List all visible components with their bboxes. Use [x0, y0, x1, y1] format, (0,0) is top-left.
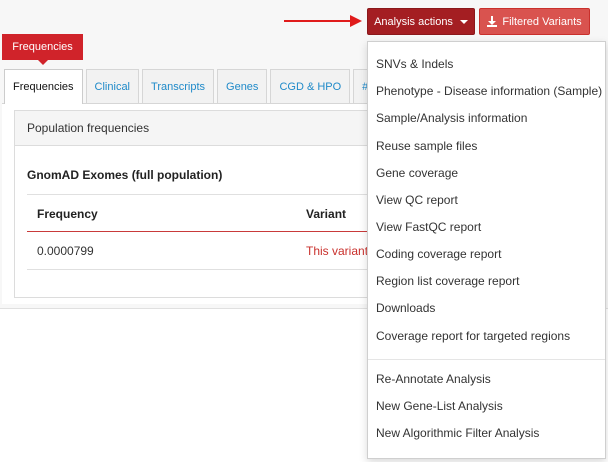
- arrow-right-icon: [284, 15, 362, 27]
- menu-item-sample-analysis-info[interactable]: Sample/Analysis information: [376, 111, 527, 125]
- filtered-variants-label: Filtered Variants: [502, 15, 582, 28]
- analysis-actions-menu: SNVs & Indels Phenotype - Disease inform…: [367, 41, 606, 459]
- tab-frequencies[interactable]: Frequencies: [4, 69, 83, 104]
- table-row: 0.0000799 This variant: [27, 232, 369, 270]
- menu-item-new-gene-list-analysis[interactable]: New Gene-List Analysis: [376, 399, 503, 413]
- variant-link[interactable]: This variant: [306, 244, 368, 258]
- menu-item-coding-coverage-report[interactable]: Coding coverage report: [376, 247, 501, 261]
- tab-cgd-hpo[interactable]: CGD & HPO: [270, 69, 351, 103]
- menu-item-re-annotate-analysis[interactable]: Re-Annotate Analysis: [376, 372, 491, 386]
- table-header: Frequency Variant: [27, 194, 369, 232]
- analysis-actions-button[interactable]: Analysis actions: [367, 8, 475, 35]
- menu-item-coverage-targeted-regions[interactable]: Coverage report for targeted regions: [376, 329, 570, 343]
- tab-transcripts[interactable]: Transcripts: [142, 69, 215, 103]
- frequency-cell: 0.0000799: [37, 244, 94, 258]
- tab-clinical[interactable]: Clinical: [85, 69, 140, 103]
- download-icon: [487, 16, 498, 27]
- menu-item-downloads[interactable]: Downloads: [376, 301, 435, 315]
- section-title: GnomAD Exomes (full population): [27, 168, 223, 182]
- filtered-variants-button[interactable]: Filtered Variants: [479, 8, 590, 35]
- menu-item-view-fastqc-report[interactable]: View FastQC report: [376, 220, 481, 234]
- tab-bar: Frequencies Clinical Transcripts Genes C…: [4, 69, 388, 104]
- column-header-frequency: Frequency: [37, 207, 98, 221]
- menu-item-snvs-indels[interactable]: SNVs & Indels: [376, 57, 453, 71]
- column-header-variant: Variant: [306, 207, 347, 221]
- menu-item-reuse-sample-files[interactable]: Reuse sample files: [376, 139, 477, 153]
- tab-genes[interactable]: Genes: [217, 69, 268, 103]
- menu-item-gene-coverage[interactable]: Gene coverage: [376, 166, 458, 180]
- analysis-actions-label: Analysis actions: [374, 15, 453, 28]
- menu-divider: [368, 359, 605, 360]
- population-frequencies-card: Population frequencies GnomAD Exomes (fu…: [14, 110, 369, 298]
- menu-item-phenotype[interactable]: Phenotype - Disease information (Sample): [376, 84, 602, 98]
- menu-item-view-qc-report[interactable]: View QC report: [376, 193, 458, 207]
- menu-item-new-algorithmic-filter-analysis[interactable]: New Algorithmic Filter Analysis: [376, 426, 539, 440]
- menu-item-region-list-coverage-report[interactable]: Region list coverage report: [376, 274, 519, 288]
- caret-down-icon: [459, 19, 468, 24]
- tooltip: Frequencies: [2, 34, 83, 65]
- card-title: Population frequencies: [15, 111, 367, 146]
